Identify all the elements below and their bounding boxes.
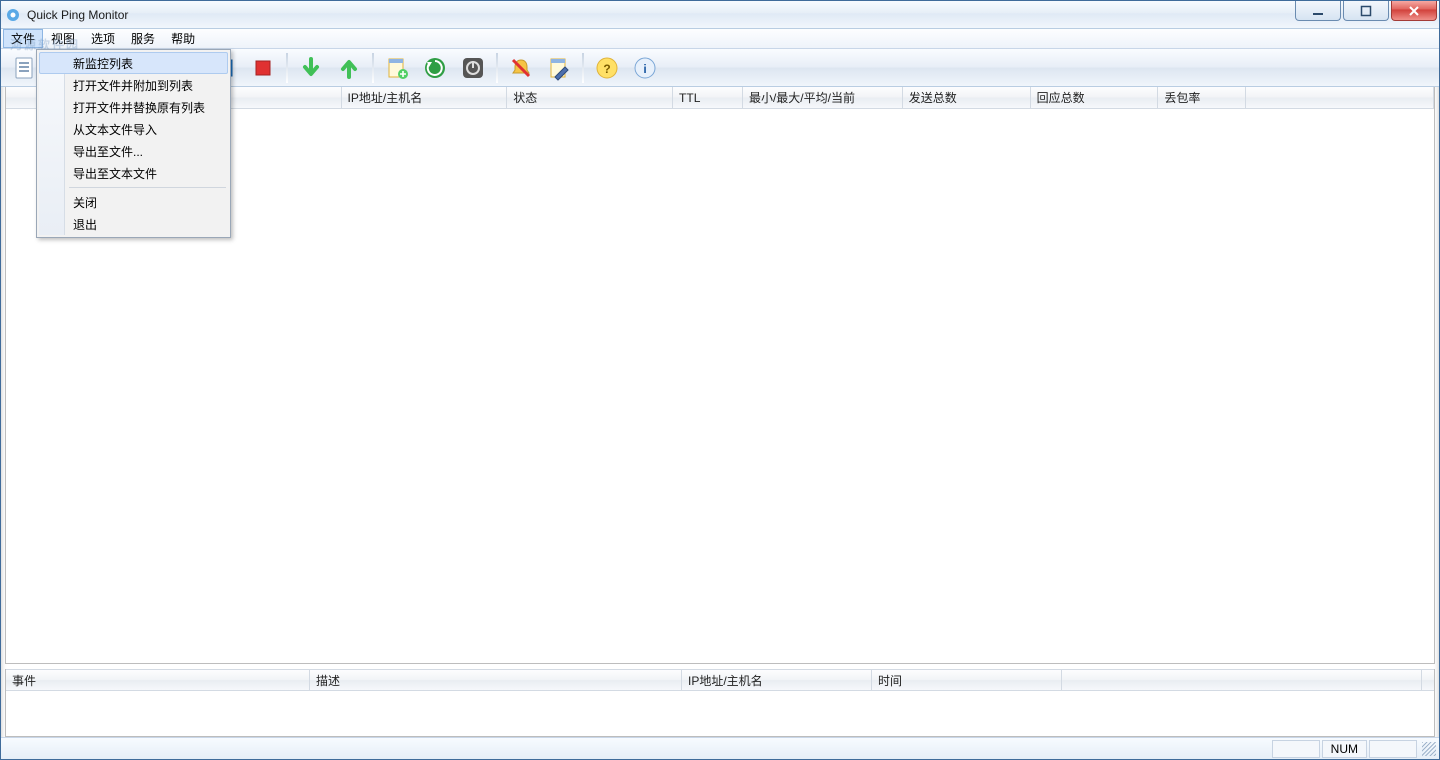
menu-view[interactable]: 视图: [43, 29, 83, 48]
menu-exit[interactable]: 退出: [39, 213, 228, 235]
menu-export-file[interactable]: 导出至文件...: [39, 140, 228, 162]
svg-text:i: i: [643, 62, 646, 76]
column-header[interactable]: [1246, 87, 1434, 108]
window-title: Quick Ping Monitor: [27, 8, 128, 22]
tb-alert-off[interactable]: [503, 51, 539, 85]
column-header[interactable]: 时间: [872, 670, 1062, 690]
tb-arrow-down[interactable]: [293, 51, 329, 85]
column-header[interactable]: 状态: [507, 87, 673, 108]
tb-info[interactable]: i: [627, 51, 663, 85]
tb-power[interactable]: [455, 51, 491, 85]
statusbar: NUM: [1, 737, 1439, 759]
menu-import-text[interactable]: 从文本文件导入: [39, 118, 228, 140]
menu-new-monitor-list[interactable]: 新监控列表: [39, 52, 228, 74]
close-button[interactable]: [1391, 1, 1437, 21]
tb-separator: [582, 53, 584, 83]
status-num-lock: NUM: [1322, 740, 1367, 758]
tb-separator: [286, 53, 288, 83]
tb-separator: [372, 53, 374, 83]
column-header[interactable]: 丢包率: [1158, 87, 1246, 108]
menu-help[interactable]: 帮助: [163, 29, 203, 48]
app-icon: [5, 7, 21, 23]
menu-open-append[interactable]: 打开文件并附加到列表: [39, 74, 228, 96]
menu-file[interactable]: 文件: [3, 29, 43, 48]
menu-open-replace[interactable]: 打开文件并替换原有列表: [39, 96, 228, 118]
column-header[interactable]: 最小/最大/平均/当前: [743, 87, 903, 108]
bottom-columns: 事件描述IP地址/主机名时间: [6, 669, 1434, 691]
event-list-body: [6, 691, 1434, 736]
tb-refresh[interactable]: [417, 51, 453, 85]
tb-separator: [496, 53, 498, 83]
column-header[interactable]: 描述: [310, 670, 682, 690]
column-header[interactable]: 发送总数: [903, 87, 1031, 108]
event-list: 事件描述IP地址/主机名时间: [5, 669, 1435, 737]
file-menu-dropdown: 新监控列表 打开文件并附加到列表 打开文件并替换原有列表 从文本文件导入 导出至…: [36, 49, 231, 238]
minimize-button[interactable]: [1295, 1, 1341, 21]
column-header[interactable]: IP地址/主机名: [342, 87, 508, 108]
maximize-button[interactable]: [1343, 1, 1389, 21]
menu-options[interactable]: 选项: [83, 29, 123, 48]
column-header[interactable]: TTL: [673, 87, 743, 108]
tb-note-add[interactable]: [379, 51, 415, 85]
svg-text:?: ?: [603, 62, 610, 76]
menu-service[interactable]: 服务: [123, 29, 163, 48]
column-header[interactable]: 回应总数: [1031, 87, 1159, 108]
menubar: 文件 视图 选项 服务 帮助: [1, 29, 1439, 49]
tb-help[interactable]: ?: [589, 51, 625, 85]
tb-edit-note[interactable]: [541, 51, 577, 85]
column-header[interactable]: [1062, 670, 1422, 690]
status-cell-empty1: [1272, 740, 1320, 758]
titlebar[interactable]: Quick Ping Monitor: [1, 1, 1439, 29]
menu-export-text[interactable]: 导出至文本文件: [39, 162, 228, 184]
splitter[interactable]: [1, 664, 1439, 667]
column-header[interactable]: IP地址/主机名: [682, 670, 872, 690]
menu-close[interactable]: 关闭: [39, 191, 228, 213]
column-header[interactable]: 事件: [6, 670, 310, 690]
dropdown-separator: [69, 187, 226, 188]
status-cell-empty2: [1369, 740, 1417, 758]
resize-grip-icon[interactable]: [1422, 742, 1436, 756]
tb-arrow-up[interactable]: [331, 51, 367, 85]
tb-stop[interactable]: [245, 51, 281, 85]
